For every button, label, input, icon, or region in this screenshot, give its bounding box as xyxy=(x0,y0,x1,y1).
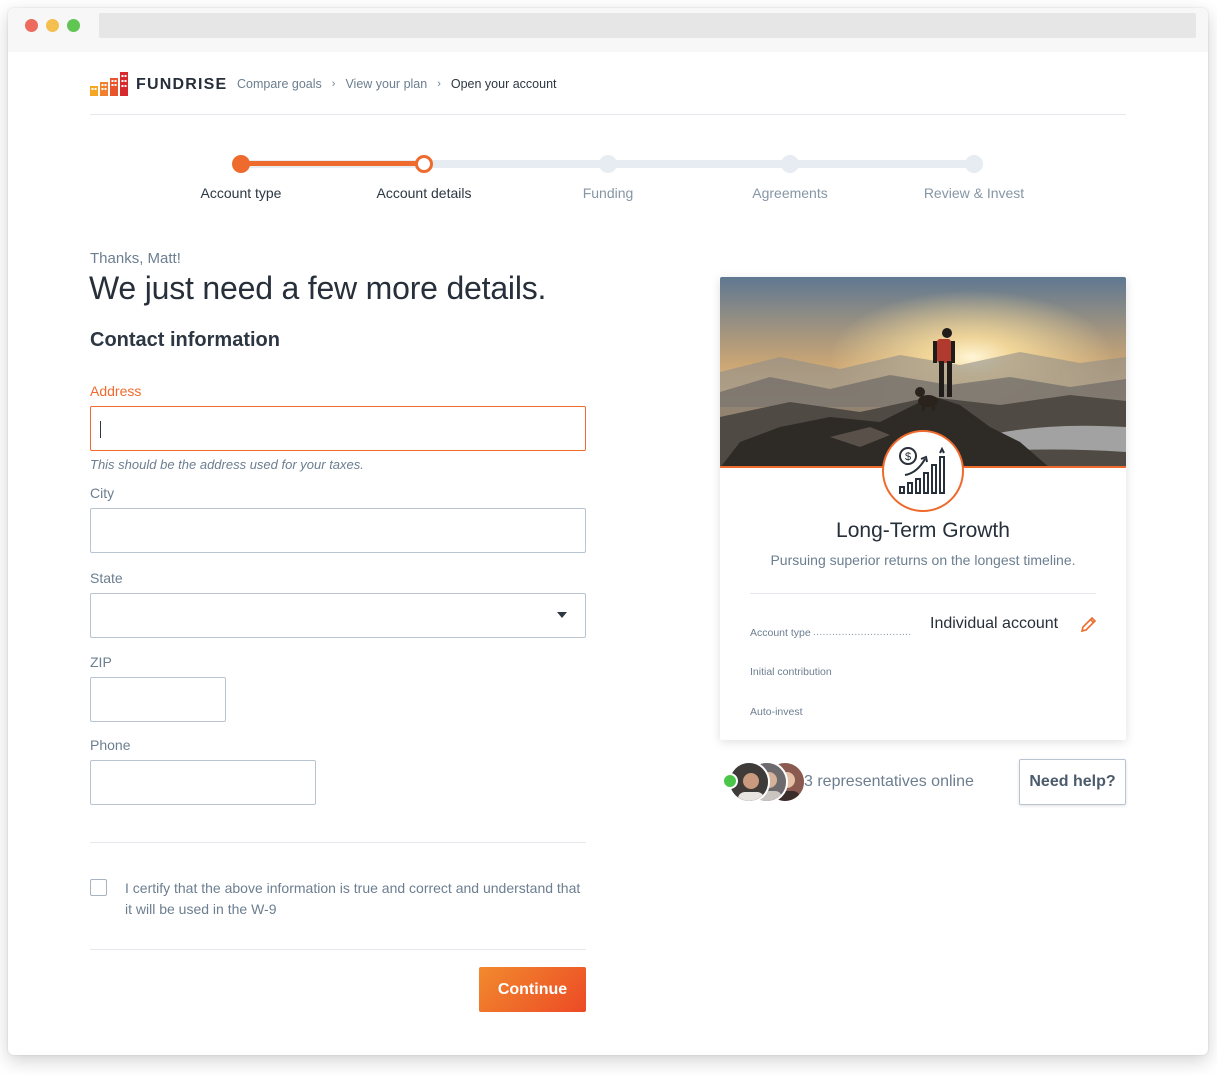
address-input[interactable] xyxy=(90,406,586,451)
need-help-button[interactable]: Need help? xyxy=(1019,759,1126,805)
greeting-text: Thanks, Matt! xyxy=(90,250,181,267)
text-caret xyxy=(100,421,101,438)
certify-checkbox[interactable] xyxy=(90,879,107,896)
step-dot-account-details xyxy=(415,155,433,173)
continue-button[interactable]: Continue xyxy=(479,967,586,1012)
address-bar[interactable] xyxy=(99,13,1196,38)
chevron-right-icon: › xyxy=(331,78,336,90)
online-status-dot xyxy=(722,773,738,789)
progress-fill xyxy=(241,161,424,166)
header-divider xyxy=(90,114,1126,115)
account-type-label: Account type xyxy=(750,627,811,639)
page-title: We just need a few more details. xyxy=(89,270,547,306)
step-label-account-details: Account details xyxy=(376,185,472,201)
logo-wordmark: FUNDRISE xyxy=(136,76,228,93)
plan-badge: $ xyxy=(882,430,964,512)
certify-text: I certify that the above information is … xyxy=(125,880,581,917)
city-label: City xyxy=(90,485,115,501)
form-divider-bottom xyxy=(90,949,586,950)
chevron-right-icon: › xyxy=(437,78,441,90)
step-label-account-type: Account type xyxy=(200,185,282,201)
close-window-button[interactable] xyxy=(25,19,38,32)
zip-input[interactable] xyxy=(90,677,226,722)
breadcrumb-view-your-plan[interactable]: View your plan xyxy=(345,77,427,91)
form-divider-top xyxy=(90,842,586,843)
pencil-edit-icon[interactable] xyxy=(1080,615,1098,633)
account-type-value: Individual account xyxy=(930,615,1059,632)
phone-label: Phone xyxy=(90,737,131,753)
zip-label: ZIP xyxy=(90,654,112,670)
step-dot-account-type xyxy=(232,155,250,173)
address-label: Address xyxy=(90,383,142,399)
step-label-agreements: Agreements xyxy=(752,185,828,201)
plan-card: $ Long-Term Growth Pursuing superior ret… xyxy=(720,277,1126,740)
plan-title: Long-Term Growth xyxy=(836,519,1010,542)
phone-input[interactable] xyxy=(90,760,316,805)
representatives-online-text: 3 representatives online xyxy=(804,773,974,790)
buildings-logo-icon xyxy=(90,72,128,96)
card-divider xyxy=(750,593,1096,594)
step-label-review-invest: Review & Invest xyxy=(923,185,1025,201)
step-dot-funding xyxy=(599,155,617,173)
caret-down-icon xyxy=(557,612,567,618)
initial-contribution-label: Initial contribution xyxy=(750,666,832,678)
breadcrumb: Compare goals › View your plan › Open yo… xyxy=(237,77,557,91)
browser-window: FUNDRISE Compare goals › View your plan … xyxy=(8,8,1208,1055)
fundrise-logo[interactable]: FUNDRISE xyxy=(90,72,227,98)
dotted-leader: ............................... xyxy=(813,627,912,638)
maximize-window-button[interactable] xyxy=(67,19,80,32)
section-title: Contact information xyxy=(90,329,280,351)
step-dot-review-invest xyxy=(965,155,983,173)
address-hint: This should be the address used for your… xyxy=(90,457,364,472)
minimize-window-button[interactable] xyxy=(46,19,59,32)
dollar-growth-chart-icon: $ xyxy=(899,446,945,494)
plan-subtitle: Pursuing superior returns on the longest… xyxy=(770,552,1076,568)
breadcrumb-compare-goals[interactable]: Compare goals xyxy=(237,77,322,91)
state-select[interactable] xyxy=(90,593,586,638)
state-label: State xyxy=(90,570,123,586)
step-label-funding: Funding xyxy=(582,185,634,201)
city-input[interactable] xyxy=(90,508,586,553)
svg-text:$: $ xyxy=(905,451,911,463)
auto-invest-label: Auto-invest xyxy=(750,706,803,718)
step-dot-agreements xyxy=(781,155,799,173)
breadcrumb-open-your-account: Open your account xyxy=(450,77,557,91)
browser-titlebar xyxy=(8,8,1208,52)
